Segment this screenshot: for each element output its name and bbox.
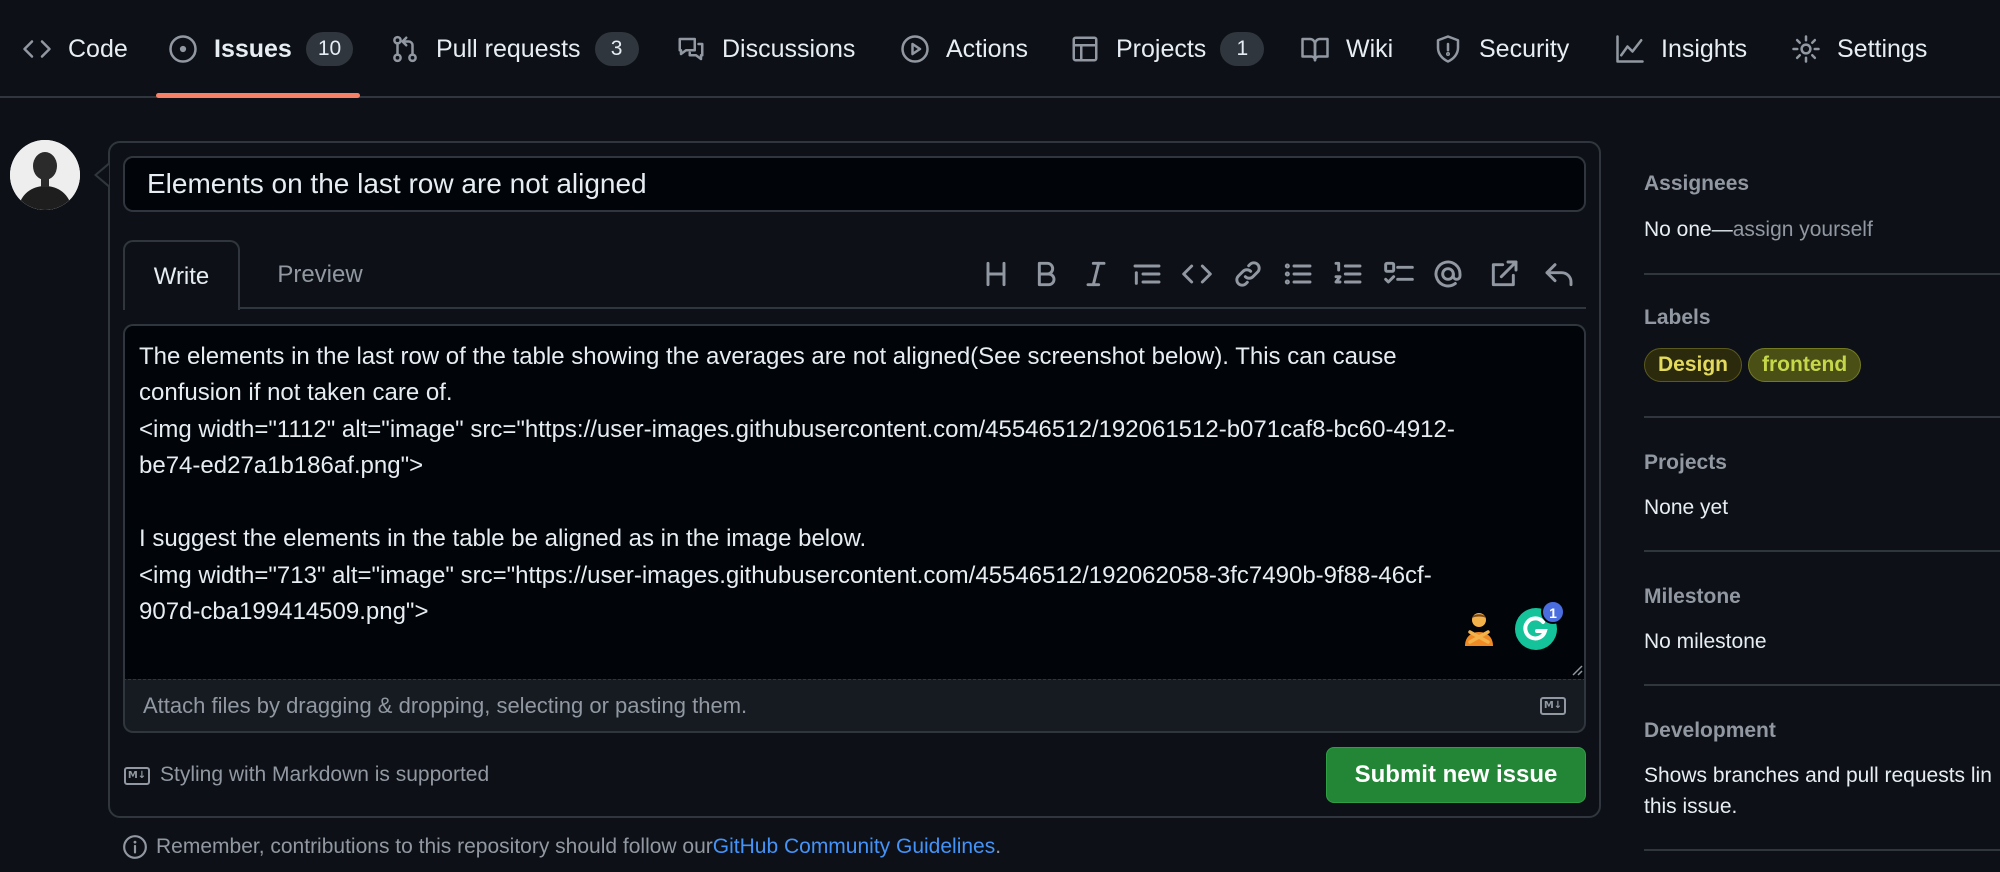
submit-new-issue-button[interactable]: Submit new issue	[1326, 747, 1586, 803]
mention-icon[interactable]	[1432, 258, 1464, 290]
tab-insights-label: Insights	[1661, 34, 1748, 63]
cross-reference-icon[interactable]	[1488, 258, 1520, 290]
contribution-notice-text: Remember, contributions to this reposito…	[156, 835, 713, 858]
tab-security-label: Security	[1479, 34, 1570, 63]
tab-code[interactable]: Code	[22, 0, 128, 98]
shield-icon	[1436, 35, 1460, 63]
tab-pull-requests[interactable]: Pull requests 3	[390, 0, 639, 98]
undo-icon[interactable]	[1543, 258, 1575, 290]
repo-nav: Code Issues 10 Pull requests 3 Discussio…	[0, 0, 2000, 98]
pull-request-icon	[393, 35, 417, 63]
tab-pull-requests-label: Pull requests	[436, 34, 581, 63]
discussions-icon	[678, 37, 704, 61]
bold-icon[interactable]	[1030, 258, 1062, 290]
sidebar-divider	[1644, 849, 2000, 851]
italic-icon[interactable]	[1080, 258, 1112, 290]
body-line-3: <img width="1112" alt="image" src="https…	[139, 416, 1455, 443]
active-tab-underline	[156, 93, 360, 98]
heading-icon[interactable]	[980, 258, 1012, 290]
person-gesturing-no-icon[interactable]	[1461, 610, 1497, 646]
link-icon[interactable]	[1232, 258, 1264, 290]
markdown-supported-link[interactable]: Styling with Markdown is supported	[160, 763, 489, 787]
sidebar-divider	[1644, 416, 2000, 418]
code-icon	[23, 40, 51, 58]
tab-write[interactable]: Write	[123, 240, 240, 310]
sidebar-divider	[1644, 550, 2000, 552]
contribution-notice: Remember, contributions to this reposito…	[122, 834, 1001, 860]
assignees-none-text: No one—	[1644, 218, 1733, 241]
ordered-list-icon[interactable]	[1332, 258, 1364, 290]
gear-icon	[1792, 35, 1820, 63]
play-icon	[901, 35, 929, 63]
development-value-line-2: this issue.	[1644, 795, 1738, 818]
info-icon	[123, 835, 147, 859]
attach-files-text: Attach files by dragging & dropping, sel…	[143, 693, 748, 718]
projects-heading[interactable]: Projects	[1644, 451, 1727, 475]
body-line-1: The elements in the last row of the tabl…	[139, 343, 1397, 370]
sidebar-divider	[1644, 684, 2000, 686]
issue-title-input[interactable]: Elements on the last row are not aligned	[123, 156, 1586, 212]
tab-issues-label: Issues	[214, 34, 292, 63]
pulls-counter: 3	[594, 32, 639, 66]
tab-wiki[interactable]: Wiki	[1300, 0, 1393, 98]
code-block-icon[interactable]	[1181, 258, 1213, 290]
assignees-heading[interactable]: Assignees	[1644, 172, 1749, 196]
form-caret-fill	[97, 165, 109, 185]
body-line-8: 907d-cba199414509.png">	[139, 598, 429, 625]
body-line-6: I suggest the elements in the table be a…	[139, 525, 867, 552]
body-line-2: confusion if not taken care of.	[139, 379, 453, 406]
assign-yourself-link[interactable]: assign yourself	[1733, 218, 1873, 241]
tab-code-label: Code	[68, 34, 128, 63]
body-line-7: <img width="713" alt="image" src="https:…	[139, 562, 1432, 589]
issues-counter: 10	[305, 32, 354, 66]
projects-value: None yet	[1644, 496, 1729, 519]
community-guidelines-link[interactable]: GitHub Community Guidelines	[713, 835, 995, 859]
grammarly-count-badge: 1	[1541, 600, 1565, 624]
milestone-value: No milestone	[1644, 630, 1767, 653]
avatar[interactable]	[10, 140, 80, 210]
tab-security[interactable]: Security	[1433, 0, 1569, 98]
tab-settings-label: Settings	[1837, 34, 1928, 63]
tab-projects[interactable]: Projects 1	[1070, 0, 1265, 98]
task-list-icon[interactable]	[1383, 258, 1415, 290]
label-design[interactable]: Design	[1644, 348, 1743, 382]
label-frontend[interactable]: frontend	[1748, 348, 1862, 382]
graph-icon	[1616, 35, 1644, 63]
tab-wiki-label: Wiki	[1346, 34, 1394, 63]
markdown-icon: M↓	[124, 767, 150, 785]
development-value-line-1: Shows branches and pull requests lin	[1644, 764, 1992, 787]
labels-heading[interactable]: Labels	[1644, 306, 1711, 330]
tab-issues[interactable]: Issues 10	[168, 0, 354, 98]
tab-actions[interactable]: Actions	[900, 0, 1028, 98]
milestone-heading[interactable]: Milestone	[1644, 585, 1741, 609]
assignees-value: No one—assign yourself	[1644, 218, 1873, 242]
book-icon	[1301, 37, 1329, 62]
quote-icon[interactable]	[1131, 258, 1163, 290]
tab-discussions-label: Discussions	[722, 34, 856, 63]
user-avatar-image	[10, 140, 80, 210]
tab-discussions[interactable]: Discussions	[676, 0, 855, 98]
tab-settings[interactable]: Settings	[1791, 0, 1927, 98]
issue-opened-icon	[169, 35, 197, 63]
sidebar-divider	[1644, 273, 2000, 275]
body-line-4: be74-ed27a1b186af.png">	[139, 452, 424, 479]
tab-insights[interactable]: Insights	[1615, 0, 1747, 98]
tab-preview[interactable]: Preview	[255, 240, 385, 309]
contribution-notice-suffix: .	[995, 835, 1002, 858]
markdown-icon[interactable]: M↓	[1540, 697, 1566, 715]
resize-handle-icon[interactable]	[1571, 664, 1583, 676]
tab-actions-label: Actions	[946, 34, 1028, 63]
development-heading[interactable]: Development	[1644, 719, 1776, 743]
unordered-list-icon[interactable]	[1282, 258, 1314, 290]
table-icon	[1072, 36, 1098, 62]
projects-counter: 1	[1220, 32, 1265, 66]
tab-projects-label: Projects	[1116, 34, 1207, 63]
